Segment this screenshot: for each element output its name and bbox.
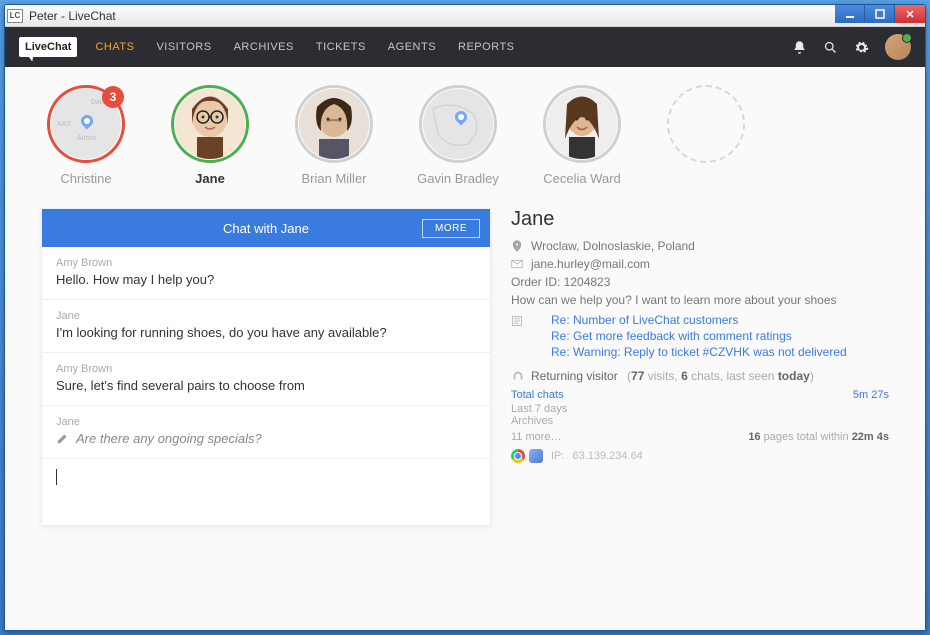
ip-value: 63.139.234.64 [572, 450, 642, 462]
topic-link[interactable]: Re: Number of LiveChat customers [551, 313, 847, 327]
minimize-button[interactable] [835, 5, 865, 23]
message-sender: Amy Brown [56, 363, 476, 375]
browser-info: IP: 63.139.234.64 [511, 449, 889, 463]
nav-archives[interactable]: ARCHIVES [234, 41, 294, 53]
nav-chats[interactable]: CHATS [95, 41, 134, 53]
visitors-row: Dallas XAS Austin 3 Christine Jane [41, 85, 889, 186]
titlebar: LC Peter - LiveChat [5, 5, 925, 27]
face-icon [547, 89, 617, 159]
stat-total-chats[interactable]: Total chats 5m 27s [511, 389, 889, 401]
close-button[interactable] [895, 5, 925, 23]
text-cursor [56, 469, 476, 485]
chat-message: Jane I'm looking for running shoes, do y… [42, 300, 490, 353]
visitor-name: Jane [195, 171, 225, 186]
pencil-icon [56, 433, 68, 445]
user-avatar[interactable] [885, 34, 911, 60]
chat-header: Chat with Jane MORE [42, 209, 490, 247]
visitor-name: Cecelia Ward [543, 171, 621, 186]
app-window: LC Peter - LiveChat LiveChat CHATS VISIT… [4, 4, 926, 631]
map-icon [423, 89, 493, 159]
visitor-christine[interactable]: Dallas XAS Austin 3 Christine [41, 85, 131, 186]
document-icon [511, 315, 523, 327]
visitor-name: Christine [60, 171, 111, 186]
main-columns: Chat with Jane MORE Amy Brown Hello. How… [41, 208, 889, 526]
bell-icon[interactable] [792, 40, 807, 55]
top-nav: LiveChat CHATS VISITORS ARCHIVES TICKETS… [5, 27, 925, 67]
os-icon [529, 449, 543, 463]
visitor-jane[interactable]: Jane [165, 85, 255, 186]
content-area: Dallas XAS Austin 3 Christine Jane [5, 67, 925, 630]
detail-order: Order ID: 1204823 [511, 275, 889, 289]
face-icon [175, 89, 245, 159]
headset-icon [511, 369, 525, 383]
visitor-name: Gavin Bradley [417, 171, 499, 186]
nav-tickets[interactable]: TICKETS [316, 41, 366, 53]
search-icon[interactable] [823, 40, 838, 55]
visitor-avatar: Dallas XAS Austin 3 [47, 85, 125, 163]
message-sender: Amy Brown [56, 257, 476, 269]
window-title: Peter - LiveChat [29, 9, 116, 23]
chrome-icon [511, 449, 525, 463]
message-text: I'm looking for running shoes, do you ha… [56, 325, 476, 340]
visitor-gavin[interactable]: Gavin Bradley [413, 85, 503, 186]
topic-link[interactable]: Re: Warning: Reply to ticket #CZVHK was … [551, 345, 847, 359]
chat-panel: Chat with Jane MORE Amy Brown Hello. How… [41, 208, 491, 526]
envelope-icon [511, 258, 523, 270]
visitor-brian[interactable]: Brian Miller [289, 85, 379, 186]
returning-visitor: Returning visitor (77 visits, 6 chats, l… [511, 369, 889, 383]
returning-stats: (77 visits, 6 chats, last seen today) [624, 369, 814, 383]
visitor-empty-slot[interactable] [661, 85, 751, 171]
detail-name: Jane [511, 208, 889, 231]
notification-badge: 3 [102, 86, 124, 108]
topic-link[interactable]: Re: Get more feedback with comment ratin… [551, 329, 847, 343]
maximize-button[interactable] [865, 5, 895, 23]
message-sender: Jane [56, 416, 476, 428]
stat-pages: 11 more… 16 pages total within 22m 4s [511, 431, 889, 443]
logo-text: LiveChat [25, 41, 71, 53]
location-pin-icon [511, 240, 523, 252]
detail-location: Wroclaw, Dolnoslaskie, Poland [511, 239, 889, 253]
chat-message-typing: Jane Are there any ongoing specials? [42, 406, 490, 459]
nav-right [792, 34, 911, 60]
message-text: Are there any ongoing specials? [56, 431, 476, 446]
nav-links: CHATS VISITORS ARCHIVES TICKETS AGENTS R… [95, 41, 514, 53]
chat-message: Amy Brown Hello. How may I help you? [42, 247, 490, 300]
more-button[interactable]: MORE [422, 219, 480, 238]
face-icon [299, 89, 369, 159]
visitor-avatar [171, 85, 249, 163]
detail-panel: Jane Wroclaw, Dolnoslaskie, Poland jane.… [511, 208, 889, 526]
message-text: Sure, let's find several pairs to choose… [56, 378, 476, 393]
nav-visitors[interactable]: VISITORS [156, 41, 211, 53]
empty-slot-icon [667, 85, 745, 163]
stat-archives: Archives [511, 415, 889, 427]
visitor-avatar [419, 85, 497, 163]
app-icon: LC [7, 9, 23, 23]
chat-input-area[interactable] [42, 469, 490, 485]
visitor-name: Brian Miller [301, 171, 366, 186]
map-pin-icon [79, 113, 96, 130]
detail-email: jane.hurley@mail.com [511, 257, 889, 271]
chat-message: Amy Brown Sure, let's find several pairs… [42, 353, 490, 406]
message-sender: Jane [56, 310, 476, 322]
logo[interactable]: LiveChat [19, 37, 77, 57]
ip-label: IP: [551, 450, 564, 462]
visitor-avatar [295, 85, 373, 163]
window-controls [835, 5, 925, 23]
detail-topics: Re: Number of LiveChat customers Re: Get… [511, 313, 889, 361]
chat-header-title: Chat with Jane [223, 221, 309, 236]
gear-icon[interactable] [854, 40, 869, 55]
stat-last7: Last 7 days [511, 403, 889, 415]
detail-question: How can we help you? I want to learn mor… [511, 293, 889, 307]
visitor-cecelia[interactable]: Cecelia Ward [537, 85, 627, 186]
message-text: Hello. How may I help you? [56, 272, 476, 287]
visitor-avatar [543, 85, 621, 163]
nav-agents[interactable]: AGENTS [388, 41, 436, 53]
nav-reports[interactable]: REPORTS [458, 41, 514, 53]
